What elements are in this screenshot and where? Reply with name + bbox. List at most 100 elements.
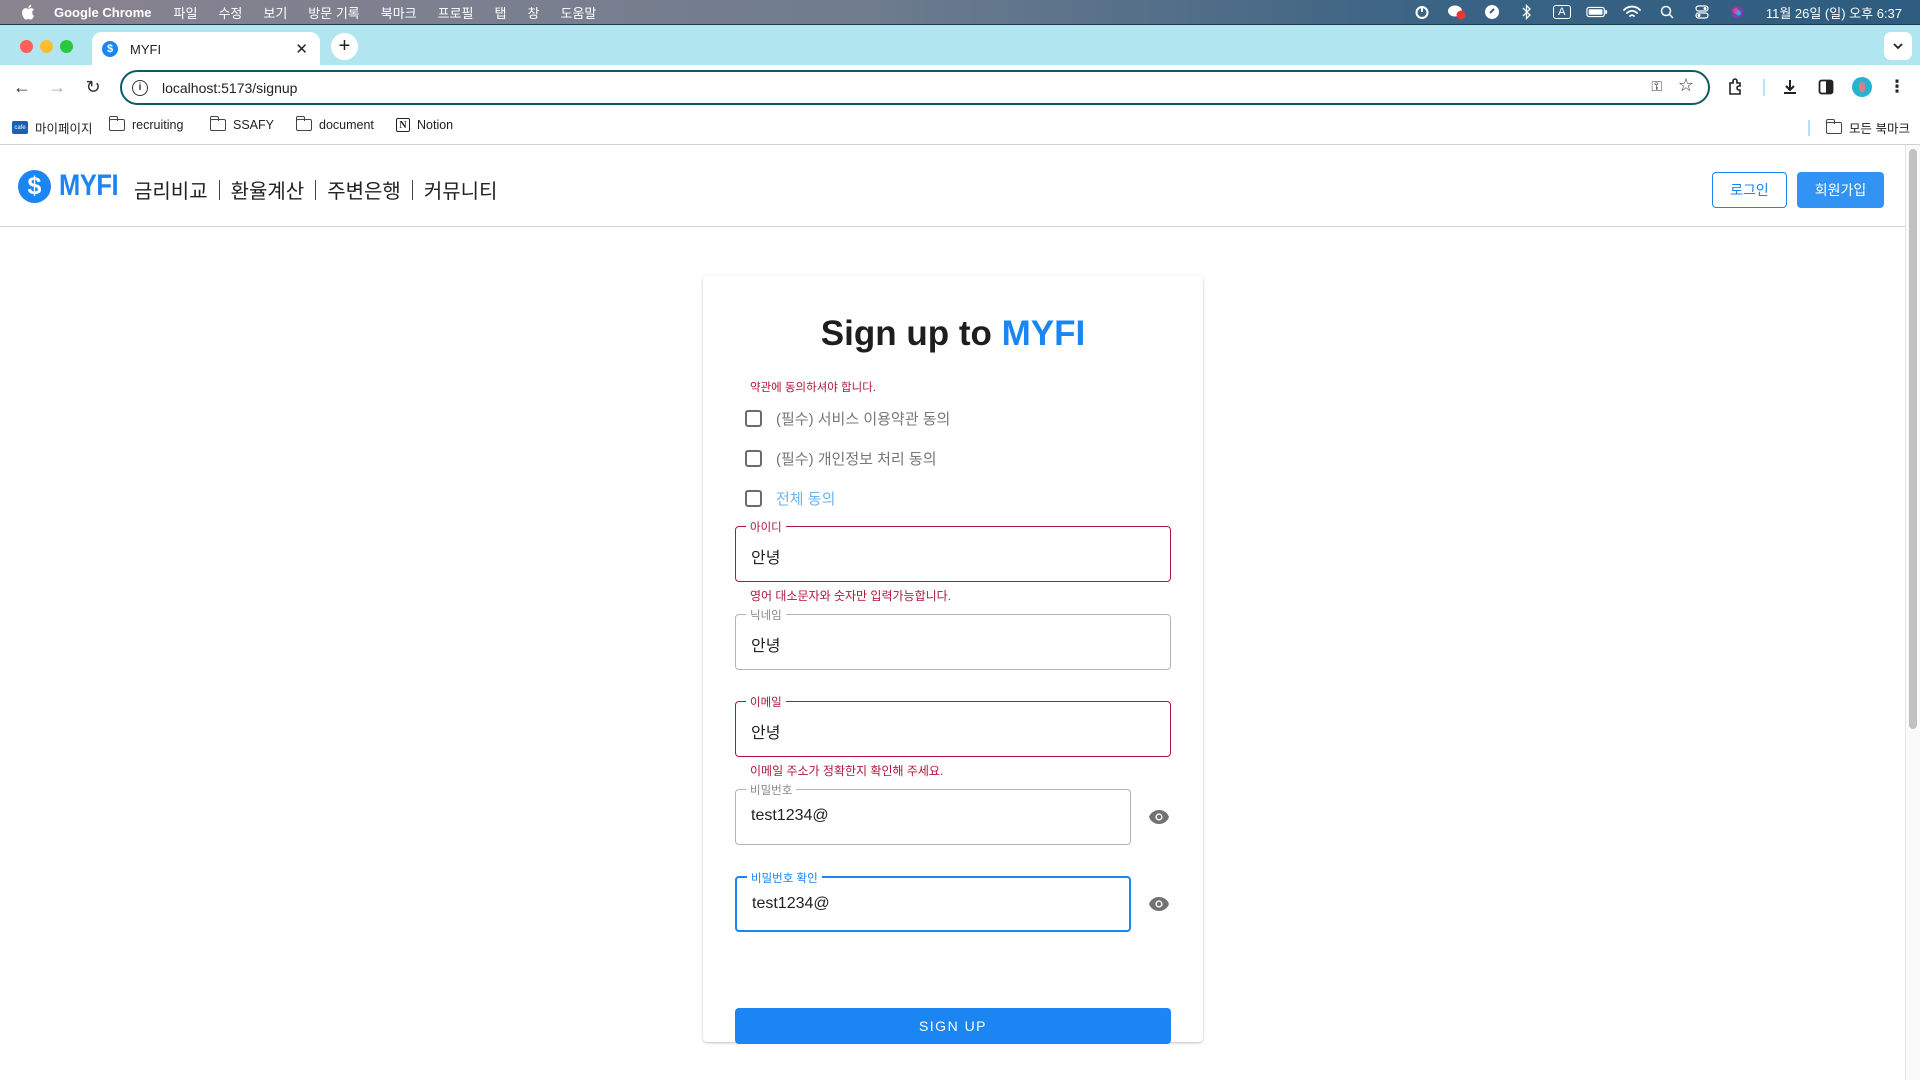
- id-field[interactable]: 아이디 안녕: [735, 519, 1171, 582]
- checkbox[interactable]: [745, 410, 762, 427]
- password-confirm-field[interactable]: 비밀번호 확인 test1234@: [735, 870, 1131, 932]
- tab-myfi[interactable]: $ MYFI ✕: [92, 32, 320, 66]
- bookmark-label: recruiting: [132, 118, 184, 132]
- password-key-icon[interactable]: ⚿: [1651, 78, 1662, 95]
- scrollbar-thumb[interactable]: [1909, 149, 1917, 729]
- password-input[interactable]: test1234@: [751, 807, 829, 825]
- login-button[interactable]: 로그인: [1712, 172, 1787, 208]
- checkbox-label[interactable]: 전체 동의: [776, 488, 835, 509]
- menu-file[interactable]: 파일: [174, 3, 198, 22]
- nickname-field[interactable]: 닉네임 안녕: [735, 607, 1171, 670]
- nav-divider: [411, 179, 413, 200]
- reload-button[interactable]: ↻: [82, 76, 104, 98]
- menu-help[interactable]: 도움말: [560, 3, 596, 22]
- checkbox-terms-of-service[interactable]: (필수) 서비스 이용약관 동의: [745, 408, 950, 429]
- side-panel-icon[interactable]: [1815, 76, 1837, 98]
- page-scrollbar[interactable]: [1905, 145, 1920, 1080]
- bookmark-mypage[interactable]: cafe 마이페이지: [12, 118, 93, 137]
- menu-tab[interactable]: 탭: [495, 3, 507, 22]
- menu-app-name[interactable]: Google Chrome: [54, 5, 152, 20]
- page-content: $ MYFI 금리비교 환율계산 주변은행 커뮤니티 로그인 회원가입 Sign…: [0, 145, 1905, 1080]
- id-error: 영어 대소문자와 숫자만 입력가능합니다.: [750, 589, 952, 603]
- checkbox-label[interactable]: (필수) 서비스 이용약관 동의: [776, 408, 950, 429]
- all-bookmarks-button[interactable]: 모든 북마크: [1825, 118, 1910, 137]
- email-input[interactable]: 안녕: [751, 719, 780, 743]
- bookmarks-bar: cafe 마이페이지 recruiting SSAFY document N N…: [0, 110, 1920, 145]
- input-source-label: A: [1553, 5, 1571, 19]
- sign-up-button[interactable]: SIGN UP: [735, 1008, 1171, 1044]
- tab-title: MYFI: [130, 41, 162, 57]
- close-window-button[interactable]: [20, 40, 33, 53]
- extensions-icon[interactable]: [1725, 76, 1747, 98]
- signup-card: Sign up to MYFI 약관에 동의하셔야 합니다. (필수) 서비스 …: [703, 276, 1203, 1044]
- vpn-icon[interactable]: [1481, 4, 1503, 20]
- id-input[interactable]: 안녕: [751, 544, 780, 568]
- menu-view[interactable]: 보기: [263, 3, 287, 22]
- checkbox-privacy[interactable]: (필수) 개인정보 처리 동의: [745, 448, 937, 469]
- email-field[interactable]: 이메일 안녕: [735, 694, 1171, 757]
- checkbox[interactable]: [745, 450, 762, 467]
- tab-strip: $ MYFI ✕ +: [0, 24, 1920, 66]
- browser-toolbar: ← → ↻ i localhost:5173/signup ⚿ ☆ ⋮: [0, 65, 1920, 110]
- menu-history[interactable]: 방문 기록: [308, 3, 359, 22]
- all-bookmarks-label: 모든 북마크: [1849, 122, 1910, 136]
- messenger-icon[interactable]: [1446, 4, 1468, 20]
- menu-bar: Google Chrome 파일 수정 보기 방문 기록 북마크 프로필 탭 창…: [0, 0, 1920, 24]
- control-center-icon[interactable]: [1691, 4, 1713, 20]
- nav-divider: [218, 179, 220, 200]
- bluetooth-icon[interactable]: [1516, 4, 1538, 20]
- tab-search-button[interactable]: [1884, 32, 1912, 60]
- battery-icon[interactable]: [1586, 4, 1608, 20]
- bookmark-notion[interactable]: N Notion: [396, 118, 453, 132]
- download-icon[interactable]: [1779, 76, 1801, 98]
- show-password-confirm-eye-icon[interactable]: [1147, 892, 1171, 916]
- site-header: $ MYFI 금리비교 환율계산 주변은행 커뮤니티 로그인 회원가입: [0, 145, 1905, 227]
- power-icon[interactable]: [1411, 4, 1433, 20]
- apple-icon[interactable]: [20, 3, 38, 21]
- back-button[interactable]: ←: [11, 76, 33, 98]
- folder-icon: [108, 116, 125, 131]
- main-nav: 금리비교 환율계산 주변은행 커뮤니티: [134, 175, 497, 204]
- checkbox-label[interactable]: (필수) 개인정보 처리 동의: [776, 448, 937, 469]
- password-confirm-input[interactable]: test1234@: [752, 895, 830, 913]
- menu-window[interactable]: 창: [527, 3, 539, 22]
- bookmark-label: 마이페이지: [35, 122, 93, 136]
- zoom-window-button[interactable]: [60, 40, 73, 53]
- wifi-icon[interactable]: [1621, 4, 1643, 20]
- site-info-icon[interactable]: i: [132, 79, 148, 96]
- menu-profiles[interactable]: 프로필: [438, 3, 474, 22]
- input-source-icon[interactable]: A: [1551, 4, 1573, 20]
- new-tab-button[interactable]: +: [331, 33, 358, 60]
- signup-nav-button[interactable]: 회원가입: [1797, 172, 1884, 208]
- bookmark-ssafy[interactable]: SSAFY: [209, 116, 274, 132]
- email-label: 이메일: [746, 694, 786, 710]
- bookmark-document[interactable]: document: [295, 116, 374, 132]
- siri-icon[interactable]: [1726, 4, 1748, 20]
- nav-rate-compare[interactable]: 금리비교: [134, 175, 208, 204]
- site-logo[interactable]: $ MYFI: [18, 169, 129, 203]
- address-bar[interactable]: i localhost:5173/signup ⚿ ☆: [120, 70, 1710, 105]
- bookmark-star-icon[interactable]: ☆: [1678, 75, 1694, 96]
- title-prefix: Sign up to: [820, 314, 1002, 353]
- nav-exchange-calc[interactable]: 환율계산: [231, 175, 305, 204]
- folder-icon: [209, 116, 226, 131]
- password-field[interactable]: 비밀번호 test1234@: [735, 782, 1131, 845]
- chrome-menu-icon[interactable]: ⋮: [1886, 76, 1908, 98]
- close-tab-icon[interactable]: ✕: [295, 40, 308, 58]
- checkbox[interactable]: [745, 490, 762, 507]
- nav-community[interactable]: 커뮤니티: [424, 175, 498, 204]
- checkbox-agree-all[interactable]: 전체 동의: [745, 488, 835, 509]
- spotlight-icon[interactable]: [1656, 4, 1678, 20]
- menu-edit[interactable]: 수정: [218, 3, 242, 22]
- bookmark-recruiting[interactable]: recruiting: [108, 116, 184, 132]
- minimize-window-button[interactable]: [40, 40, 53, 53]
- menu-bookmarks[interactable]: 북마크: [381, 3, 417, 22]
- menu-clock[interactable]: 11월 26일 (일) 오후 6:37: [1766, 3, 1902, 22]
- toolbar-divider: [1763, 79, 1765, 96]
- nav-nearby-banks[interactable]: 주변은행: [327, 175, 401, 204]
- nickname-input[interactable]: 안녕: [751, 632, 780, 656]
- profile-avatar[interactable]: [1851, 76, 1873, 98]
- forward-button[interactable]: →: [46, 76, 68, 98]
- show-password-eye-icon[interactable]: [1147, 805, 1171, 829]
- url-text[interactable]: localhost:5173/signup: [162, 80, 297, 96]
